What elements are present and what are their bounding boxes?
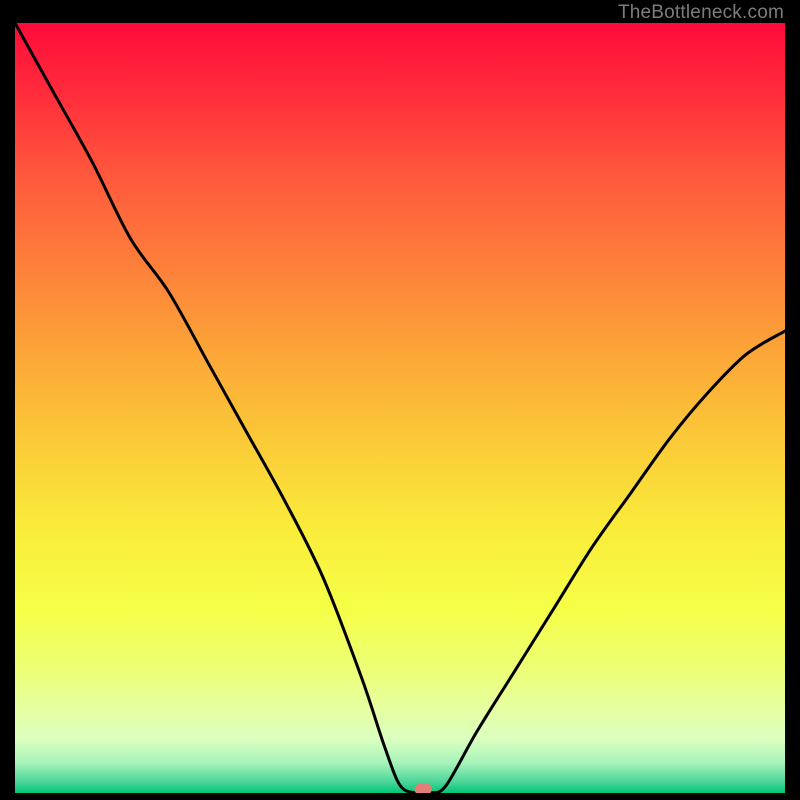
bottleneck-chart [15,23,785,793]
chart-frame [15,23,785,793]
chart-background [15,23,785,793]
watermark-text: TheBottleneck.com [618,2,784,24]
optimal-marker [415,784,432,793]
